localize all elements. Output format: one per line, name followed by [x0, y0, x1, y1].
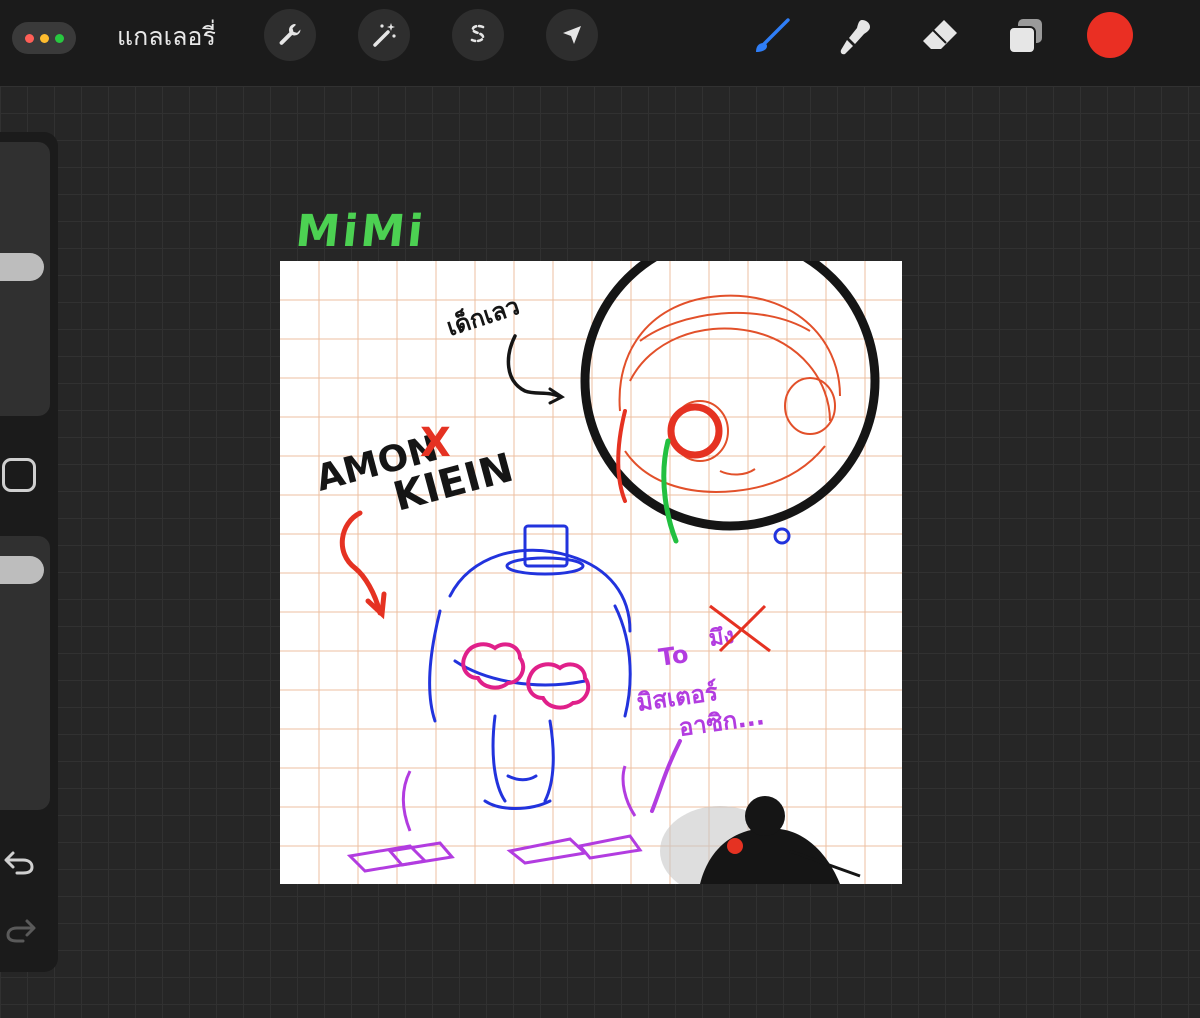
- canvas-title-text: MiMi: [293, 206, 429, 257]
- gallery-button[interactable]: แกลเลอรี่: [117, 20, 216, 54]
- brush-size-slider[interactable]: [0, 142, 50, 416]
- drawing-canvas[interactable]: เด็กเลว AMON X KIEIN To มึง มิสเตอร์ อาซ…: [280, 261, 902, 884]
- chibi-sketch: [428, 524, 632, 810]
- undo-button[interactable]: [2, 844, 38, 880]
- layers-button[interactable]: [1002, 12, 1050, 60]
- brush-button[interactable]: [748, 12, 796, 60]
- eraser-button[interactable]: [916, 12, 964, 60]
- to-text: To: [657, 640, 690, 672]
- left-sidebar: [0, 132, 58, 972]
- circle-portrait-sketch: [580, 261, 880, 545]
- thai-note-top-text: เด็กเลว: [443, 291, 523, 342]
- opacity-handle[interactable]: [0, 556, 44, 584]
- adjustments-button[interactable]: [358, 9, 410, 61]
- wrench-icon: [279, 23, 301, 45]
- x-mark-text: X: [420, 420, 451, 466]
- selection-icon: [470, 24, 485, 43]
- actions-button[interactable]: [264, 9, 316, 61]
- redo-button[interactable]: [2, 912, 38, 948]
- modify-button[interactable]: [2, 458, 36, 492]
- dot-green-icon: [54, 33, 64, 43]
- dot-red-icon: [24, 33, 34, 43]
- floor-cards: [346, 765, 643, 873]
- smudge-icon: [840, 20, 870, 55]
- artwork-svg: เด็กเลว AMON X KIEIN To มึง มิสเตอร์ อาซ…: [280, 261, 902, 884]
- brush-size-handle[interactable]: [0, 253, 44, 281]
- top-toolbar: แกลเลอรี่: [0, 0, 1200, 86]
- more-options-button[interactable]: [12, 22, 76, 54]
- dot-yellow-icon: [39, 33, 49, 43]
- color-picker-button[interactable]: [1087, 12, 1133, 58]
- magic-wand-icon: [373, 23, 396, 47]
- selection-button[interactable]: [452, 9, 504, 61]
- transform-arrow-icon: [563, 26, 581, 44]
- layers-icon: [1008, 19, 1042, 54]
- opacity-slider[interactable]: [0, 536, 50, 810]
- undo-icon: [4, 851, 34, 875]
- transform-button[interactable]: [546, 9, 598, 61]
- eraser-icon: [923, 20, 957, 49]
- brush-icon: [756, 18, 790, 52]
- cat-sketch: [660, 796, 861, 884]
- redo-icon: [6, 919, 36, 943]
- smudge-button[interactable]: [832, 12, 880, 60]
